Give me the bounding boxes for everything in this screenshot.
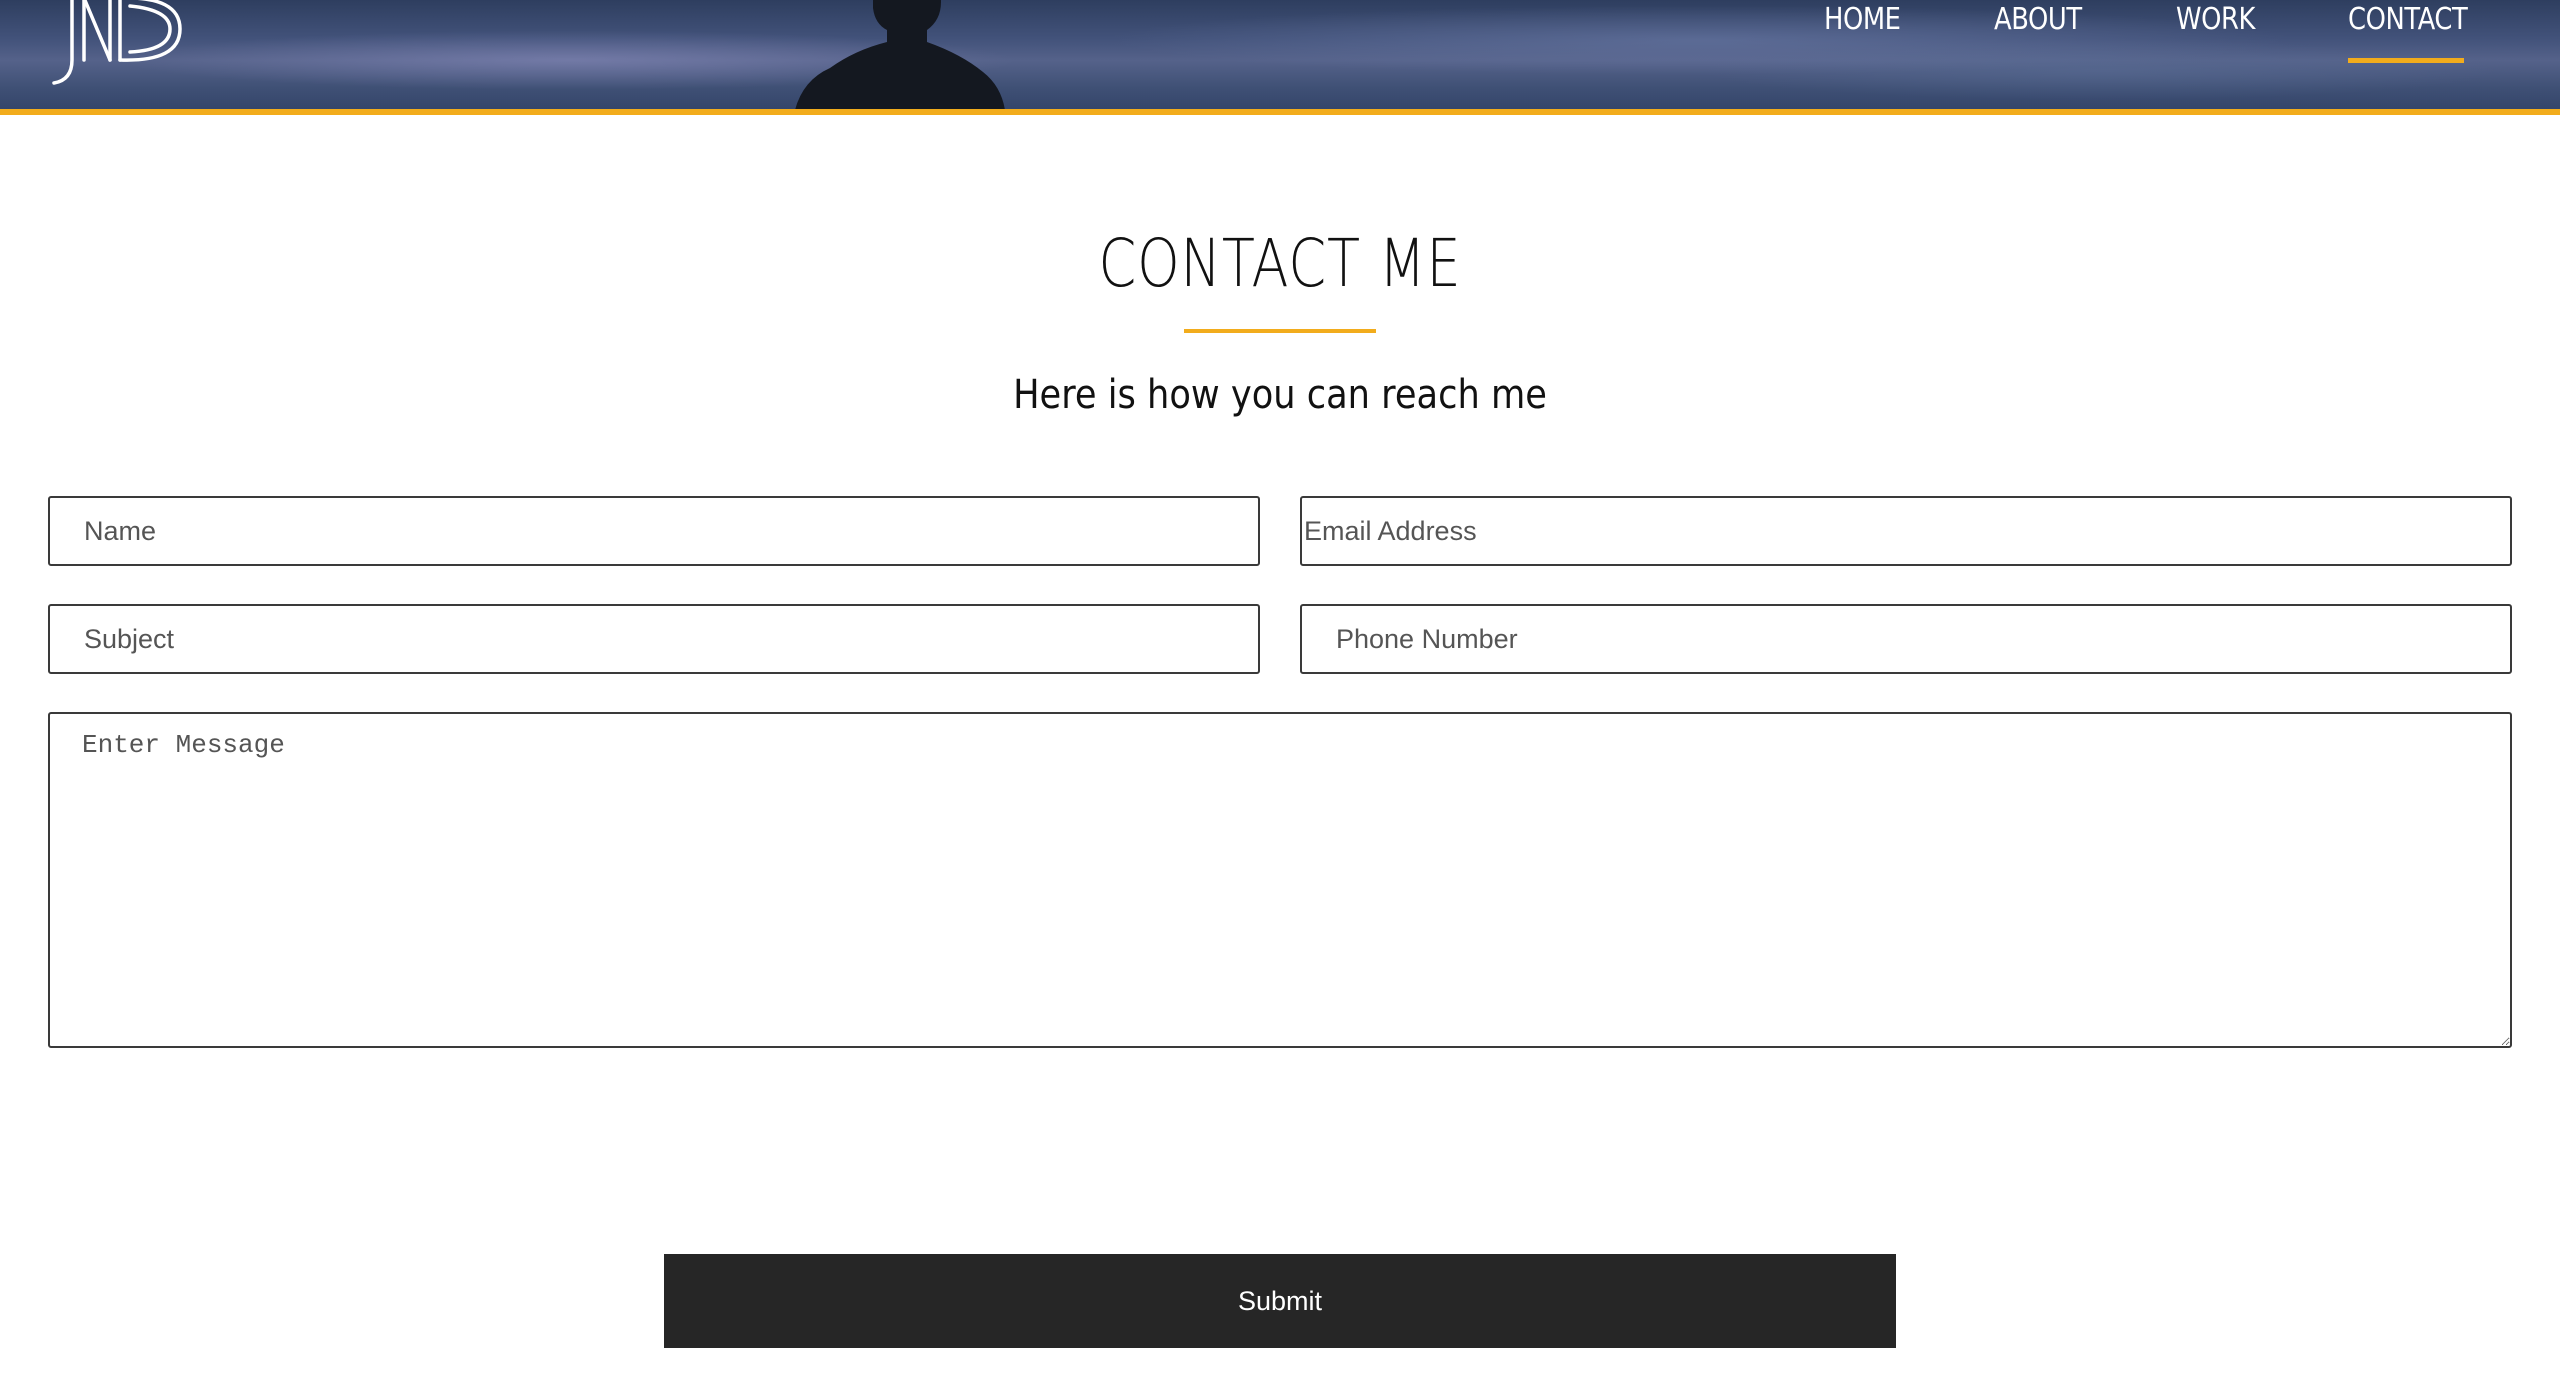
nav-home-link[interactable]: HOME: [1824, 2, 1901, 37]
page-subtitle: Here is how you can reach me: [1013, 372, 1547, 418]
nav-about-link[interactable]: ABOUT: [1994, 2, 2082, 37]
phone-field[interactable]: [1300, 604, 2512, 674]
person-silhouette-image: [795, 0, 1005, 110]
nav-contact-link[interactable]: CONTACT: [2348, 2, 2468, 37]
subject-field[interactable]: [48, 604, 1260, 674]
submit-button[interactable]: Submit: [664, 1254, 1896, 1348]
message-field[interactable]: [48, 712, 2512, 1048]
name-field[interactable]: [48, 496, 1260, 566]
nav-active-indicator: [2348, 58, 2464, 63]
nav-work-link[interactable]: WORK: [2176, 2, 2255, 37]
email-field[interactable]: [1300, 496, 2512, 566]
header-cloud: [1700, 40, 2500, 100]
jnd-logo[interactable]: [48, 0, 188, 88]
header-accent-border: [0, 109, 2560, 115]
page-title: CONTACT ME: [1098, 225, 1462, 302]
site-header: HOME ABOUT WORK CONTACT: [0, 0, 2560, 110]
title-divider: [1184, 329, 1376, 333]
